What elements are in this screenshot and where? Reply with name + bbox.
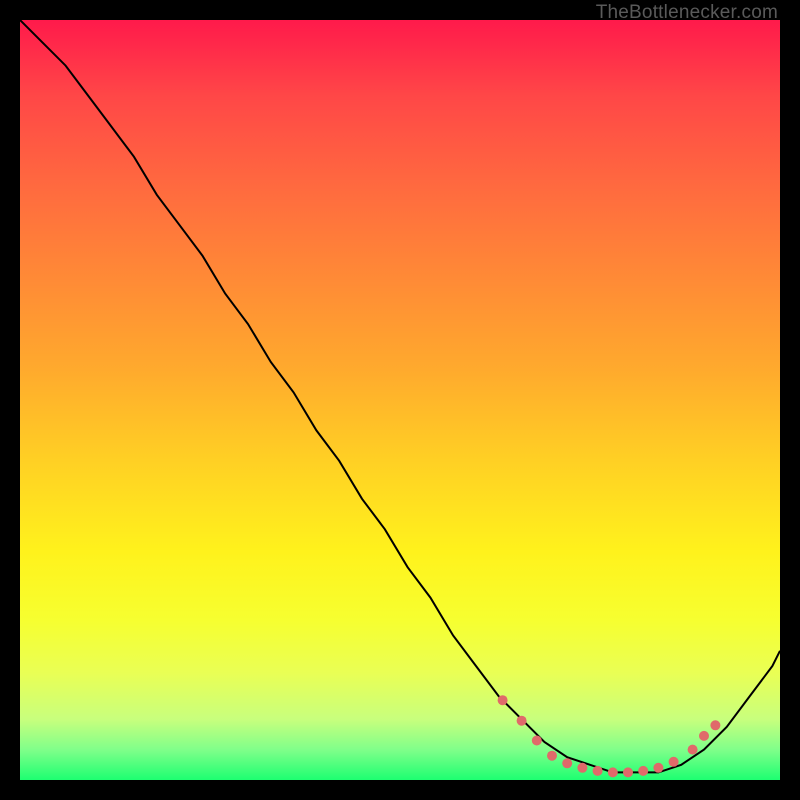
- plot-area: [20, 20, 780, 780]
- marker-dot: [669, 757, 679, 767]
- marker-dot: [532, 736, 542, 746]
- marker-dot: [577, 763, 587, 773]
- marker-dot: [699, 731, 709, 741]
- marker-dot: [638, 766, 648, 776]
- marker-dot: [562, 758, 572, 768]
- chart-frame: TheBottlenecker.com: [0, 0, 800, 800]
- marker-dots: [498, 695, 721, 777]
- chart-svg: [20, 20, 780, 780]
- curve-line: [20, 20, 780, 772]
- marker-dot: [653, 763, 663, 773]
- marker-dot: [593, 766, 603, 776]
- marker-dot: [608, 767, 618, 777]
- marker-dot: [498, 695, 508, 705]
- marker-dot: [623, 767, 633, 777]
- marker-dot: [710, 720, 720, 730]
- marker-dot: [688, 745, 698, 755]
- marker-dot: [547, 751, 557, 761]
- marker-dot: [517, 716, 527, 726]
